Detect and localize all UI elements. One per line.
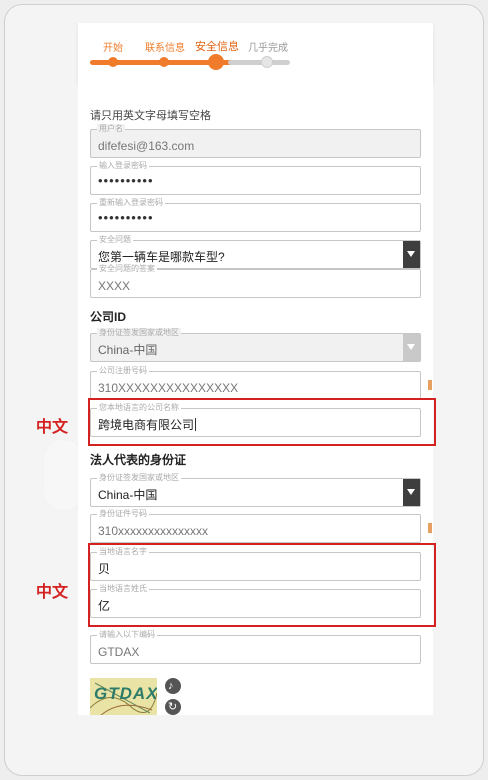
verification-code-label: 请输入以下编码 [97,630,157,640]
password-label: 输入登录密码 [97,161,149,171]
captcha-image: GTDAX [90,678,157,715]
company-reg-number-value: 310XXXXXXXXXXXXXXX [98,381,239,395]
step-almost-done-label: 几乎完成 [248,43,288,54]
security-answer-field[interactable]: 安全问题的答案 XXXX [90,264,421,298]
password-field[interactable]: 输入登录密码 •••••••••• [90,161,421,195]
company-country-value: China-中国 [98,343,158,357]
security-answer-value: XXXX [98,279,131,293]
refresh-captcha-icon[interactable]: ↻ [165,699,181,715]
username-value: difefesi@163.com [98,139,195,153]
step-contact-dot [159,57,169,67]
annotation-label-chinese-1: 中文 [36,419,69,436]
password-confirm-label: 重新输入登录密码 [97,198,165,208]
step-start-label: 开始 [103,43,123,54]
company-country-select[interactable]: 身份证签发国家或地区 China-中国 [90,328,421,362]
verification-code-field[interactable]: 请输入以下编码 GTDAX [90,630,421,664]
company-country-label: 身份证签发国家或地区 [97,328,181,338]
company-reg-number-label: 公司注册号码 [97,366,149,376]
verification-code-value: GTDAX [98,645,140,659]
field-edge-marker [428,523,432,533]
audio-captcha-icon[interactable]: ♪ [165,678,181,694]
username-label: 用户名 [97,124,125,134]
legal-rep-id-number-field[interactable]: 身份证件号码 310xxxxxxxxxxxxxxx [90,509,421,543]
captcha-text: GTDAX [94,684,157,703]
step-security-label: 安全信息 [195,41,239,53]
legal-rep-id-number-value: 310xxxxxxxxxxxxxxx [98,524,209,538]
progress-stepper: 开始 联系信息 安全信息 几乎完成 [78,23,433,83]
legal-rep-id-number-label: 身份证件号码 [97,509,149,519]
annotation-label-chinese-2: 中文 [36,584,69,601]
legal-rep-country-select[interactable]: 身份证签发国家或地区 China-中国 [90,473,421,507]
english-only-hint: 请只用英文字母填写空格 [90,110,211,122]
legal-rep-country-label: 身份证签发国家或地区 [97,473,181,483]
progress-track-todo [228,60,290,65]
chevron-down-icon[interactable] [403,334,420,361]
security-question-value: 您第一辆车是哪款车型? [98,250,225,264]
password-confirm-field[interactable]: 重新输入登录密码 •••••••••• [90,198,421,232]
company-reg-number-field[interactable]: 公司注册号码 310XXXXXXXXXXXXXXX [90,366,421,400]
step-contact-label: 联系信息 [145,43,185,54]
step-start-dot [108,57,118,67]
legal-rep-country-value: China-中国 [98,488,158,502]
username-field[interactable]: 用户名 difefesi@163.com [90,124,421,158]
chevron-down-icon[interactable] [403,241,420,268]
legal-rep-heading: 法人代表的身份证 [90,453,187,467]
annotation-box-local-name [88,543,436,627]
password-confirm-value: •••••••••• [98,210,154,225]
annotation-box-company-name [88,398,436,446]
security-question-label: 安全问题 [97,235,133,245]
field-edge-marker [428,380,432,390]
chevron-down-icon[interactable] [403,479,420,506]
step-almost-done-dot [261,56,273,68]
password-value: •••••••••• [98,173,154,188]
company-id-heading: 公司ID [90,310,127,324]
security-answer-label: 安全问题的答案 [97,264,157,274]
step-security-dot [208,54,224,70]
